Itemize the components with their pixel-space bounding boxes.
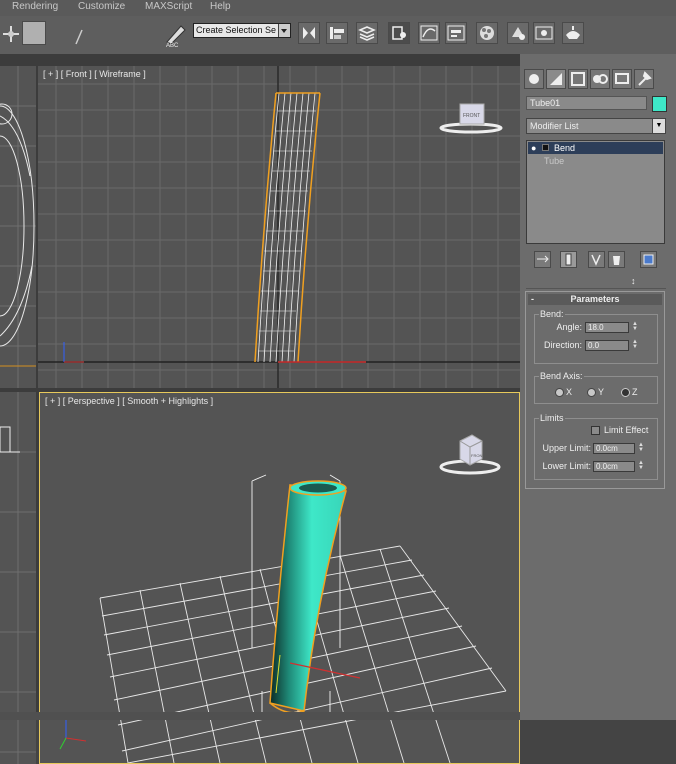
move-icon[interactable] [2,24,20,47]
status-bar [0,712,520,720]
graphite-tools-button[interactable] [388,22,410,44]
viewcube-front[interactable]: FRONT [438,96,508,139]
make-unique-button[interactable] [588,251,605,268]
collapse-icon[interactable]: - [531,294,534,305]
limits-group: Limits Limit Effect Upper Limit: 0.0cm ▲… [534,413,658,480]
viewport-area: [ + ] [ Front ] [ Wireframe ] FRONT [+ … [0,54,520,764]
axis-x-radio[interactable] [555,388,564,397]
lower-limit-spinner[interactable]: 0.0cm [593,461,635,472]
upper-limit-label: Upper Limit: [542,443,591,453]
stack-item-tube-label: Tube [544,156,565,166]
axis-y-radio[interactable] [587,388,596,397]
object-name-field[interactable]: Tube01 [526,96,647,110]
bend-axis-group: Bend Axis: X Y Z [534,371,658,404]
angle-spinner-arrows[interactable]: ▲ ▼ [631,321,639,333]
bend-group-label: Bend: [539,309,565,319]
rendered-frame-window-button[interactable] [533,22,555,44]
stack-item-bend-label: Bend [554,143,576,153]
menu-maxscript[interactable]: MAXScript [145,1,192,12]
menu-bar: Rendering Customize MAXScript Help [0,0,676,16]
bend-group: Bend: Angle: 18.0 ▲ ▼ Direction: 0.0 ▲ ▼ [534,309,658,364]
direction-spinner-arrows[interactable]: ▲ ▼ [631,339,639,351]
create-tab[interactable] [524,69,544,89]
front-viewport-label[interactable]: [ + ] [ Front ] [ Wireframe ] [43,69,146,79]
render-setup-button[interactable] [507,22,529,44]
edit-named-selection-icon[interactable]: ABC [163,22,189,51]
viewcube-front-label: FRONT [463,113,480,119]
show-end-result-button[interactable] [560,251,577,268]
hierarchy-tab[interactable] [568,69,588,89]
front-viewport[interactable]: [ + ] [ Front ] [ Wireframe ] FRONT [38,66,520,388]
angle-label: Angle: [556,322,582,332]
perspective-viewport[interactable]: [ + ] [ Perspective ] [ Smooth + Highlig… [39,392,520,764]
angle-spinner[interactable]: 18.0 [585,322,629,333]
material-editor-button[interactable] [476,22,498,44]
limits-group-label: Limits [539,413,565,423]
menu-help[interactable]: Help [210,1,231,12]
limit-effect-label: Limit Effect [604,425,649,435]
direction-spinner[interactable]: 0.0 [585,340,629,351]
viewcube-perspective-label: FRONT [471,453,485,458]
mirror-button[interactable] [298,22,320,44]
lower-limit-label: Lower Limit: [542,461,591,471]
reference-coordinate-button[interactable] [22,21,46,45]
limit-effect-checkbox[interactable] [591,426,600,435]
divider [526,288,666,289]
command-panel: Tube01 Modifier List ▼ ● Bend Tube ↕ - P… [520,54,676,720]
menu-customize[interactable]: Customize [78,1,125,12]
top-viewport[interactable] [0,66,36,388]
axis-z-radio[interactable] [621,388,630,397]
motion-tab[interactable] [590,69,610,89]
stack-item-tube[interactable]: Tube [528,155,663,167]
svg-text:ABC: ABC [166,43,179,48]
axis-x-label: X [566,387,573,397]
viewcube-perspective[interactable]: FRONT [438,429,504,480]
bend-axis-group-label: Bend Axis: [539,371,584,381]
schematic-view-button[interactable] [445,22,467,44]
stack-item-bend[interactable]: ● Bend [528,142,663,154]
axis-y-label: Y [598,387,605,397]
perspective-viewport-label[interactable]: [ + ] [ Perspective ] [ Smooth + Highlig… [45,396,213,406]
utilities-tab[interactable] [634,69,654,89]
configure-modifier-sets-button[interactable] [640,251,657,268]
resize-handle-icon[interactable]: ↕ [631,276,636,286]
axis-z-label: Z [632,387,638,397]
parameters-rollout: - Parameters Bend: Angle: 18.0 ▲ ▼ Direct… [525,291,665,489]
object-color-swatch[interactable] [652,96,667,112]
render-production-button[interactable] [562,22,584,44]
main-toolbar: ABC Create Selection Se [0,16,676,55]
expand-icon[interactable] [542,144,549,151]
modifier-list-dropdown[interactable]: Modifier List ▼ [526,118,666,134]
curve-editor-button[interactable] [418,22,440,44]
chevron-down-icon[interactable] [278,24,290,37]
modifier-stack[interactable]: ● Bend Tube [526,140,665,244]
direction-label: Direction: [543,340,582,350]
lower-limit-spinner-arrows[interactable]: ▲ ▼ [637,460,645,472]
align-button[interactable] [326,22,348,44]
snap-line-icon[interactable] [74,28,84,49]
upper-limit-spinner[interactable]: 0.0cm [593,443,635,454]
layer-manager-button[interactable] [356,22,378,44]
named-selection-dropdown[interactable]: Create Selection Se [193,23,291,38]
remove-modifier-button[interactable] [608,251,625,268]
chevron-down-icon[interactable]: ▼ [652,119,665,133]
display-tab[interactable] [612,69,632,89]
pin-stack-button[interactable] [534,251,551,268]
left-viewport[interactable] [0,392,36,764]
modify-tab[interactable] [546,69,566,89]
menu-rendering[interactable]: Rendering [12,1,58,12]
parameters-rollout-header[interactable]: - Parameters [528,294,662,305]
upper-limit-spinner-arrows[interactable]: ▲ ▼ [637,442,645,454]
lightbulb-icon[interactable]: ● [531,142,536,154]
